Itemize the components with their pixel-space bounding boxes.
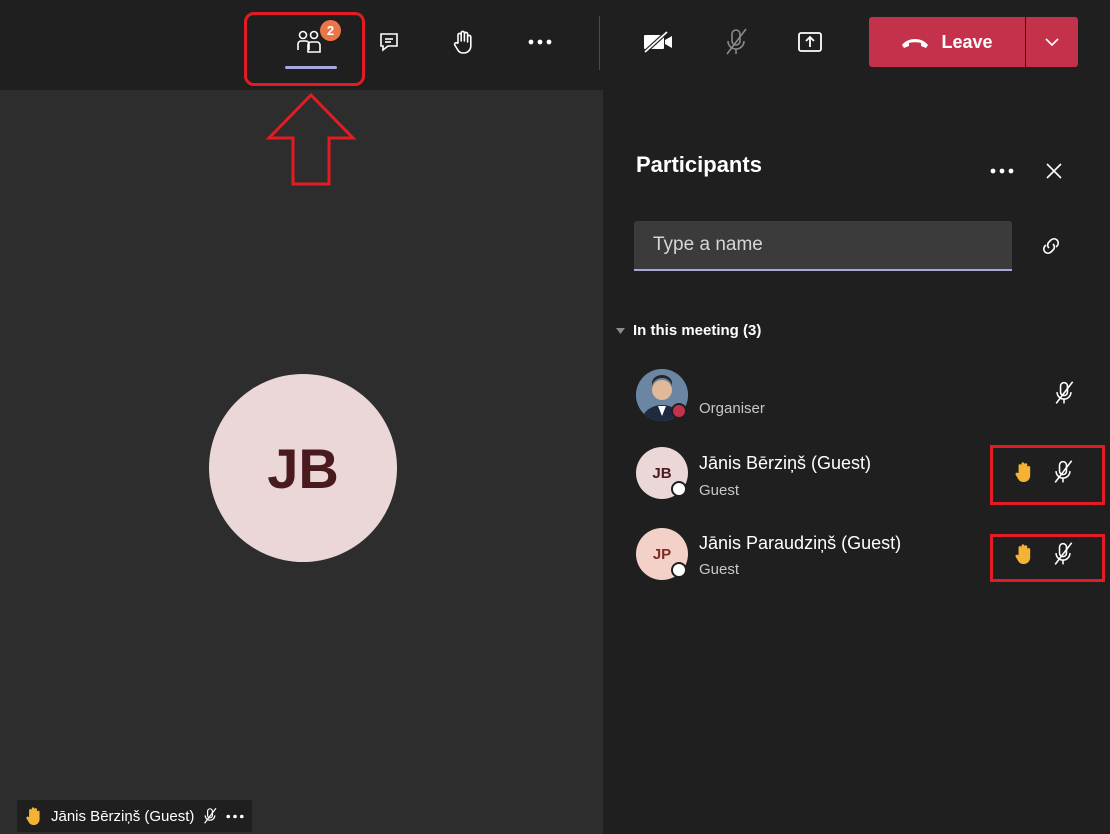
participant-role: Organiser	[699, 400, 765, 417]
section-label: In this meeting (3)	[633, 322, 762, 339]
camera-toggle-button[interactable]	[638, 22, 678, 62]
chat-icon	[380, 33, 398, 52]
chevron-down-icon	[1045, 38, 1059, 46]
leave-label: Leave	[941, 31, 993, 52]
busy-status-dot	[671, 403, 687, 419]
annotation-highlight-box	[244, 12, 365, 86]
search-input[interactable]	[634, 221, 1012, 269]
stage-name-label: Jānis Bērziņš (Guest)	[51, 807, 195, 825]
status-dot	[671, 481, 687, 497]
camera-off-icon	[642, 30, 672, 54]
toolbar-divider	[599, 16, 600, 70]
share-screen-button[interactable]	[790, 22, 830, 62]
mic-off-icon	[726, 28, 747, 55]
status-dot	[671, 562, 687, 578]
meeting-toolbar: 2 Leave	[0, 0, 1110, 90]
chat-button[interactable]	[369, 22, 409, 62]
panel-more-icon[interactable]	[990, 168, 1014, 174]
mic-off-icon	[204, 807, 217, 824]
caret-down-icon	[616, 327, 625, 334]
close-icon[interactable]	[1045, 162, 1063, 180]
phone-icon	[902, 39, 929, 48]
annotation-highlight-box	[990, 534, 1105, 582]
more-actions-button[interactable]	[520, 22, 560, 62]
raise-hand-icon	[453, 30, 472, 54]
share-invite-link-icon[interactable]	[1041, 236, 1061, 256]
annotation-highlight-box	[990, 445, 1105, 505]
participant-name: Jānis Paraudziņš (Guest)	[699, 533, 902, 553]
participant-role: Guest	[699, 482, 740, 499]
participant-name: Jānis Bērziņš (Guest)	[699, 453, 872, 473]
mic-toggle-button[interactable]	[716, 22, 756, 62]
more-icon	[528, 39, 552, 45]
leave-options-button[interactable]	[1026, 17, 1078, 67]
raised-hand-icon	[26, 807, 40, 825]
mic-off-icon	[1055, 381, 1074, 404]
in-meeting-section-header[interactable]: In this meeting (3)	[616, 322, 761, 339]
raise-hand-button[interactable]	[444, 22, 484, 62]
stage-name-tag: Jānis Bērziņš (Guest)	[17, 800, 253, 832]
stage-avatar: JB	[209, 374, 397, 562]
more-icon[interactable]	[226, 814, 244, 819]
annotation-arrow-up-icon	[265, 92, 357, 186]
share-icon	[798, 32, 822, 52]
panel-title: Participants	[636, 152, 762, 177]
participant-role: Guest	[699, 561, 740, 578]
leave-button[interactable]: Leave	[869, 17, 1025, 67]
participant-search[interactable]	[634, 221, 1012, 271]
